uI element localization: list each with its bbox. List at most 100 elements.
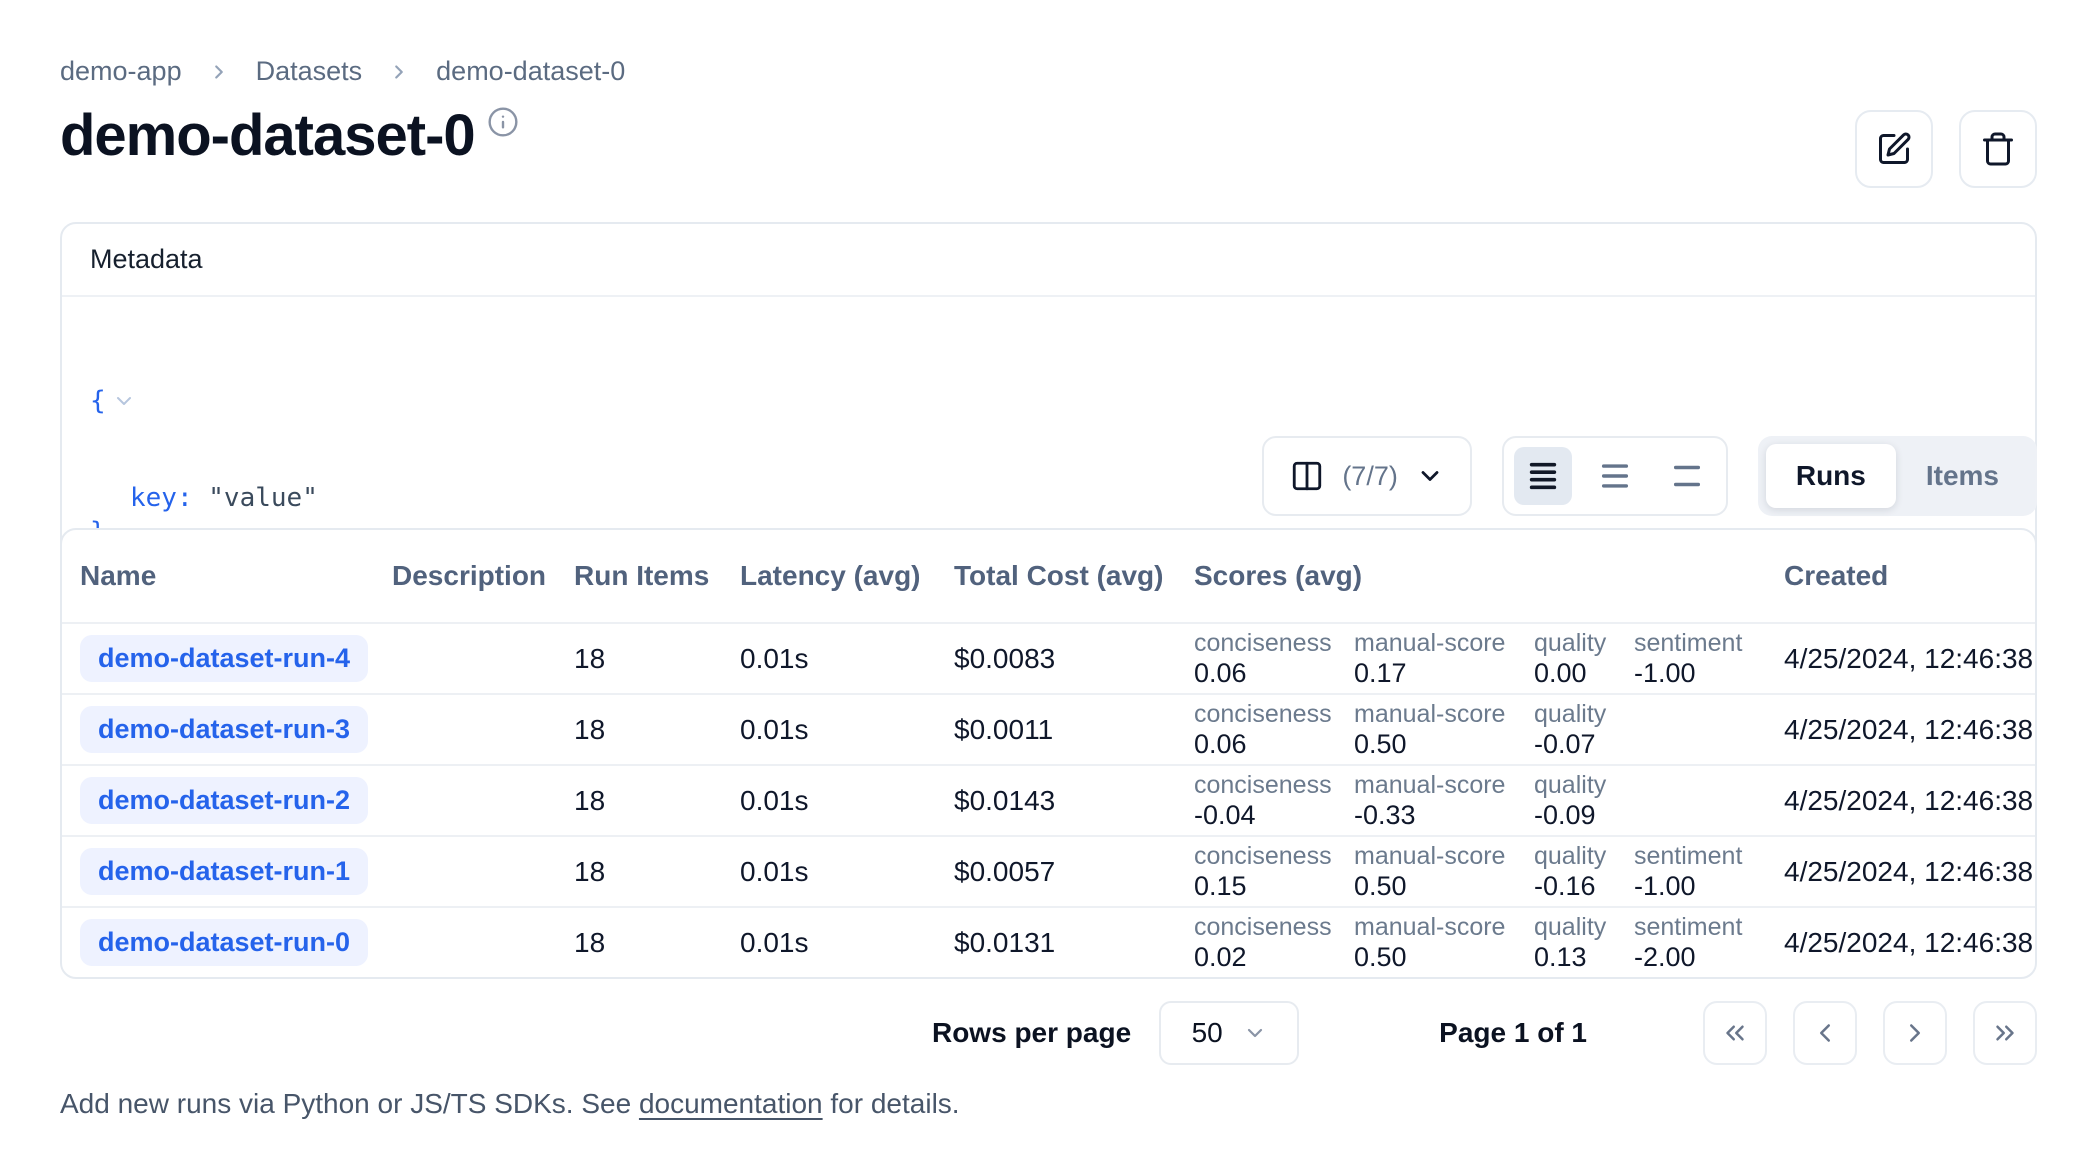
column-header-scores: Scores (avg) [1194,560,1784,592]
cell-latency: 0.01s [740,714,954,746]
cell-created: 4/25/2024, 12:46:38 PM [1784,785,2037,817]
score-sentiment: sentiment-2.00 [1634,913,1784,973]
info-icon[interactable] [487,106,519,138]
score-manual-score: manual-score-0.33 [1354,771,1534,831]
score-quality: quality-0.16 [1534,842,1634,902]
column-header-total-cost: Total Cost (avg) [954,560,1194,592]
trash-icon [1980,131,2016,167]
score-label: manual-score [1354,913,1534,942]
chevron-right-icon [208,61,230,83]
dataset-detail-page: demo-app Datasets demo-dataset-0 demo-da… [0,0,2100,1164]
cell-run-items: 18 [574,714,740,746]
score-conciseness: conciseness0.06 [1194,629,1354,689]
collapse-chevron-icon[interactable] [112,321,269,481]
score-conciseness: conciseness0.02 [1194,913,1354,973]
runs-table: Name Description Run Items Latency (avg)… [60,528,2037,979]
columns-icon [1290,459,1324,493]
title-row: demo-dataset-0 [60,104,2037,188]
previous-page-button[interactable] [1793,1001,1857,1065]
score-value: 0.15 [1194,871,1354,902]
cell-latency: 0.01s [740,856,954,888]
row-height-small-button[interactable] [1514,447,1572,505]
score-label: sentiment [1634,913,1784,942]
score-sentiment: sentiment-1.00 [1634,629,1784,689]
score-value: 0.06 [1194,729,1354,760]
rows-per-page-select[interactable]: 50 [1159,1001,1299,1065]
score-label: conciseness [1194,842,1354,871]
rows-per-page-label: Rows per page [932,1017,1131,1049]
column-header-latency: Latency (avg) [740,560,954,592]
cell-scores: conciseness-0.04manual-score-0.33quality… [1194,771,1784,831]
cell-total-cost: $0.0143 [954,785,1194,817]
score-label: quality [1534,771,1634,800]
score-label: quality [1534,700,1634,729]
score-label: quality [1534,913,1634,942]
run-name-link[interactable]: demo-dataset-run-2 [80,777,368,824]
score-sentiment: sentiment-1.00 [1634,842,1784,902]
tab-runs[interactable]: Runs [1766,444,1896,508]
score-manual-score: manual-score0.50 [1354,913,1534,973]
breadcrumb-item-datasets[interactable]: Datasets [256,56,363,87]
score-value: -1.00 [1634,658,1784,689]
row-height-medium-button[interactable] [1586,447,1644,505]
score-manual-score: manual-score0.17 [1354,629,1534,689]
score-label: conciseness [1194,700,1354,729]
first-page-button[interactable] [1703,1001,1767,1065]
sdk-hint-text-after: for details. [823,1088,960,1119]
score-label: manual-score [1354,771,1534,800]
score-value: 0.13 [1534,942,1634,973]
breadcrumb: demo-app Datasets demo-dataset-0 [60,56,625,87]
run-name-link[interactable]: demo-dataset-run-3 [80,706,368,753]
breadcrumb-item-current-dataset[interactable]: demo-dataset-0 [436,56,625,87]
score-value: -2.00 [1634,942,1784,973]
score-label: conciseness [1194,771,1354,800]
cell-run-items: 18 [574,643,740,675]
score-value: -0.07 [1534,729,1634,760]
page-indicator: Page 1 of 1 [1439,1017,1587,1049]
chevrons-right-icon [1990,1018,2020,1048]
metadata-panel-title: Metadata [62,224,2035,297]
table-row: demo-dataset-run-0 18 0.01s $0.0131 conc… [62,906,2037,977]
run-name-link[interactable]: demo-dataset-run-0 [80,919,368,966]
chevron-down-icon [1416,462,1444,490]
cell-run-items: 18 [574,856,740,888]
last-page-button[interactable] [1973,1001,2037,1065]
table-row: demo-dataset-run-3 18 0.01s $0.0011 conc… [62,693,2037,764]
score-value: 0.02 [1194,942,1354,973]
json-key: key [130,481,177,515]
score-value: -0.04 [1194,800,1354,831]
score-label: conciseness [1194,629,1354,658]
sdk-hint: Add new runs via Python or JS/TS SDKs. S… [60,1088,960,1120]
column-header-description: Description [392,560,574,592]
score-value: 0.06 [1194,658,1354,689]
row-height-large-icon [1670,459,1704,493]
score-label: sentiment [1634,629,1784,658]
column-visibility-button[interactable]: (7/7) [1262,436,1472,516]
row-height-large-button[interactable] [1658,447,1716,505]
pagination-bar: Rows per page 50 Page 1 of 1 [60,1000,2037,1066]
edit-dataset-button[interactable] [1855,110,1933,188]
cell-run-items: 18 [574,927,740,959]
breadcrumb-item-project[interactable]: demo-app [60,56,182,87]
score-manual-score: manual-score0.50 [1354,842,1534,902]
score-label: manual-score [1354,700,1534,729]
cell-total-cost: $0.0011 [954,714,1194,746]
documentation-link[interactable]: documentation [639,1088,823,1119]
tab-items[interactable]: Items [1896,444,2029,508]
cell-latency: 0.01s [740,785,954,817]
row-height-medium-icon [1598,459,1632,493]
page-title: demo-dataset-0 [60,104,475,168]
delete-dataset-button[interactable] [1959,110,2037,188]
run-name-link[interactable]: demo-dataset-run-1 [80,848,368,895]
score-value: -1.00 [1634,871,1784,902]
next-page-button[interactable] [1883,1001,1947,1065]
cell-scores: conciseness0.06manual-score0.50quality-0… [1194,700,1784,760]
cell-total-cost: $0.0083 [954,643,1194,675]
column-header-created: Created [1784,560,2037,592]
run-name-link[interactable]: demo-dataset-run-4 [80,635,368,682]
score-label: manual-score [1354,842,1534,871]
chevron-right-icon [388,61,410,83]
score-conciseness: conciseness-0.04 [1194,771,1354,831]
cell-created: 4/25/2024, 12:46:38 PM [1784,927,2037,959]
cell-run-items: 18 [574,785,740,817]
